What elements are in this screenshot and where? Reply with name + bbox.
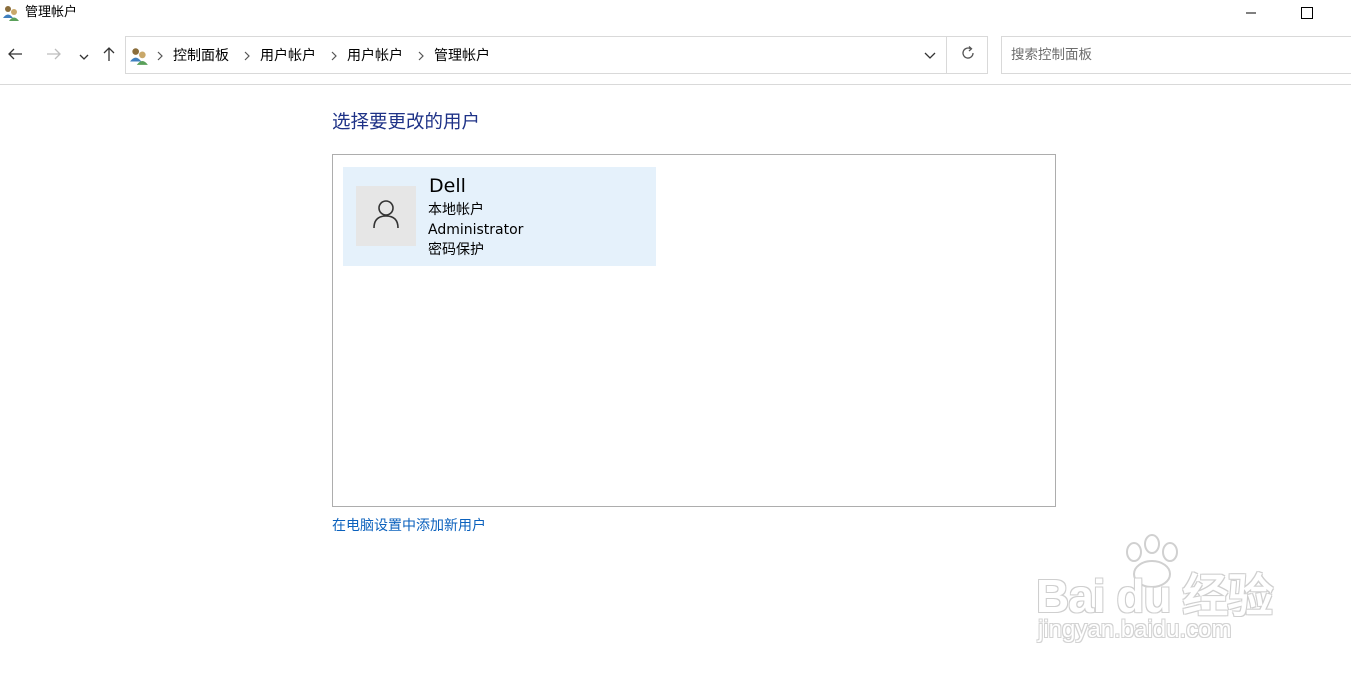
breadcrumb-control-panel[interactable]: 控制面板: [173, 47, 229, 65]
user-tile-dell[interactable]: Dell 本地帐户 Administrator 密码保护: [343, 167, 656, 266]
chevron-right-icon[interactable]: [242, 49, 252, 63]
user-account-type: 本地帐户: [428, 202, 484, 218]
recent-locations-button[interactable]: [72, 44, 96, 68]
up-button[interactable]: [97, 44, 121, 68]
user-role: Administrator: [428, 222, 524, 238]
refresh-button[interactable]: [946, 37, 988, 73]
maximize-icon: [1301, 4, 1313, 23]
user-icon: [371, 198, 401, 234]
navigation-bar: 控制面板 用户帐户 用户帐户 管理帐户: [0, 36, 1351, 76]
chevron-right-icon[interactable]: [329, 49, 339, 63]
user-name: Dell: [429, 175, 466, 197]
baidu-jingyan-watermark: Bai du 经验 jingyan.baidu.com: [1030, 530, 1290, 650]
chevron-down-icon: [79, 47, 89, 66]
address-bar[interactable]: 控制面板 用户帐户 用户帐户 管理帐户: [125, 36, 988, 74]
minimize-button[interactable]: [1228, 0, 1274, 26]
arrow-up-icon: [101, 46, 117, 66]
avatar: [356, 186, 416, 246]
users-icon: [2, 4, 20, 22]
arrow-right-icon: [46, 46, 62, 66]
arrow-left-icon: [7, 46, 23, 66]
add-new-user-link[interactable]: 在电脑设置中添加新用户: [332, 517, 486, 535]
breadcrumb-user-accounts[interactable]: 用户帐户: [260, 47, 316, 65]
search-input[interactable]: [1002, 37, 1342, 73]
chevron-down-icon: [924, 46, 936, 65]
users-icon: [129, 46, 149, 66]
user-list-panel: Dell 本地帐户 Administrator 密码保护: [332, 154, 1056, 507]
refresh-icon: [960, 45, 976, 65]
chevron-right-icon[interactable]: [155, 49, 165, 63]
user-password-status: 密码保护: [428, 242, 484, 258]
window-title: 管理帐户: [25, 5, 78, 20]
back-button[interactable]: [3, 44, 27, 68]
page-heading: 选择要更改的用户: [332, 112, 481, 133]
chevron-right-icon[interactable]: [416, 49, 426, 63]
watermark-url: jingyan.baidu.com: [1038, 616, 1232, 643]
breadcrumb-manage-accounts[interactable]: 管理帐户: [434, 47, 490, 65]
maximize-button[interactable]: [1284, 0, 1330, 26]
search-box[interactable]: [1001, 36, 1351, 74]
title-bar: 管理帐户: [0, 0, 1351, 28]
forward-button[interactable]: [42, 44, 66, 68]
divider: [0, 84, 1351, 85]
address-dropdown-button[interactable]: [914, 37, 946, 73]
breadcrumb-user-accounts-2[interactable]: 用户帐户: [347, 47, 403, 65]
minimize-icon: [1245, 4, 1257, 23]
